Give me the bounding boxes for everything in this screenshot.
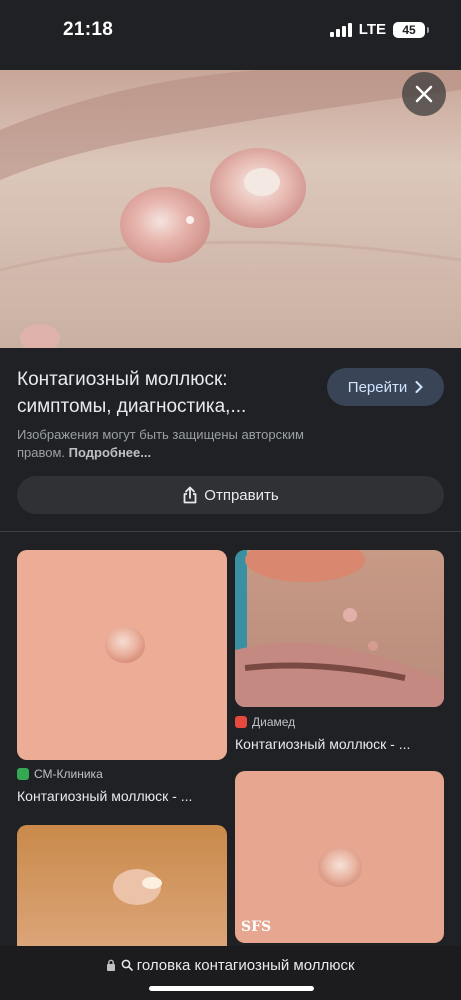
copyright-text: Изображения могут быть защищены авторски… [17,427,304,460]
sfs-watermark: SFS [241,919,272,935]
status-bar: 21:18 LTE 45 [0,0,461,62]
share-button[interactable]: Отправить [17,476,444,514]
search-icon [121,959,133,971]
signal-icon [329,22,352,37]
related-caption[interactable]: Контагиозный моллюск - ... [17,788,192,804]
visit-button[interactable]: Перейти [327,368,444,406]
related-image-thumbnail[interactable] [17,550,227,760]
learn-more-link[interactable]: Подробнее... [69,445,151,460]
divider [0,531,461,532]
battery-icon: 45 [393,21,429,38]
related-source-name: СМ-Клиника [34,767,103,781]
copyright-notice: Изображения могут быть защищены авторски… [17,426,347,462]
home-indicator[interactable] [149,986,314,991]
related-image-thumbnail[interactable]: SFS [235,771,444,943]
status-time: 21:18 [63,19,114,40]
related-source-name: Диамед [252,715,296,729]
chevron-right-icon [415,381,424,393]
preview-image[interactable] [0,70,461,348]
related-image-thumbnail[interactable] [235,550,444,707]
related-caption[interactable]: Контагиозный моллюск - ... [235,736,410,752]
diamed-favicon-icon [235,716,247,728]
cm-clinic-favicon-icon [17,768,29,780]
related-image-thumbnail[interactable] [17,825,227,950]
close-icon [415,85,433,103]
status-indicators: LTE 45 [329,21,429,38]
lock-icon [107,959,116,971]
network-label: LTE [358,21,386,38]
page-title[interactable]: Контагиозный моллюск: симптомы, диагност… [17,366,307,420]
address-bar-content[interactable]: головка контагиозный моллюск [0,957,461,974]
close-button[interactable] [402,72,446,116]
share-button-label: Отправить [204,486,279,504]
address-bar-query: головка контагиозный моллюск [136,957,355,974]
related-source[interactable]: СМ-Клиника [17,767,103,781]
visit-button-label: Перейти [347,378,408,396]
share-icon [183,486,197,504]
related-source[interactable]: Диамед [235,715,295,729]
